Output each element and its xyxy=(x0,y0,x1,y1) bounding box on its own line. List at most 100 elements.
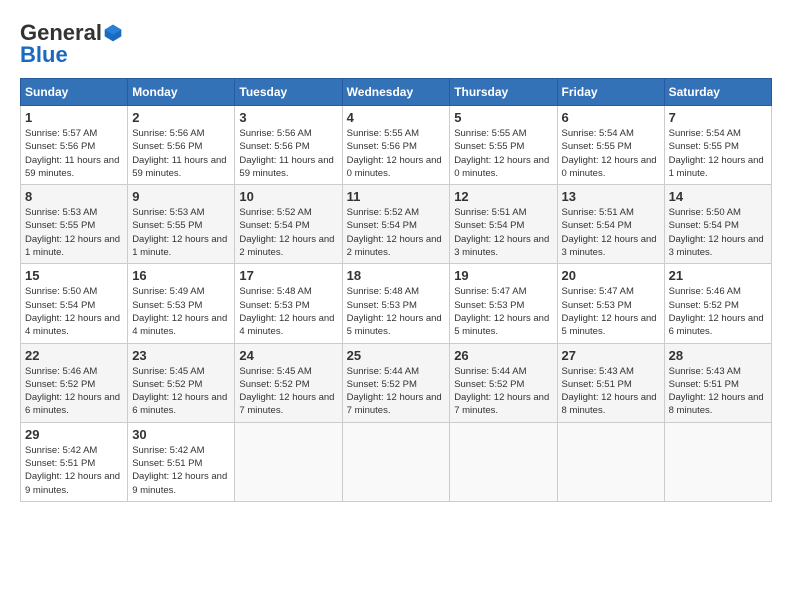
day-cell-25: 25 Sunrise: 5:44 AM Sunset: 5:52 PM Dayl… xyxy=(342,343,450,422)
day-cell-12: 12 Sunrise: 5:51 AM Sunset: 5:54 PM Dayl… xyxy=(450,185,557,264)
sunrise-label: Sunrise: 5:43 AM xyxy=(669,366,741,377)
sunrise-label: Sunrise: 5:52 AM xyxy=(239,207,311,218)
day-cell-8: 8 Sunrise: 5:53 AM Sunset: 5:55 PM Dayli… xyxy=(21,185,128,264)
day-cell-10: 10 Sunrise: 5:52 AM Sunset: 5:54 PM Dayl… xyxy=(235,185,342,264)
sunrise-label: Sunrise: 5:46 AM xyxy=(669,286,741,297)
day-number: 25 xyxy=(347,348,446,363)
sunset-label: Sunset: 5:51 PM xyxy=(669,379,739,390)
logo-blue: Blue xyxy=(20,42,68,68)
day-number: 19 xyxy=(454,268,552,283)
day-number: 13 xyxy=(562,189,660,204)
sunrise-label: Sunrise: 5:56 AM xyxy=(239,128,311,139)
empty-cell xyxy=(557,422,664,501)
sunset-label: Sunset: 5:55 PM xyxy=(132,220,202,231)
daylight-label: Daylight: 12 hours and 6 minutes. xyxy=(132,392,227,416)
day-cell-22: 22 Sunrise: 5:46 AM Sunset: 5:52 PM Dayl… xyxy=(21,343,128,422)
day-cell-1: 1 Sunrise: 5:57 AM Sunset: 5:56 PM Dayli… xyxy=(21,106,128,185)
day-info: Sunrise: 5:56 AM Sunset: 5:56 PM Dayligh… xyxy=(239,127,337,180)
day-cell-17: 17 Sunrise: 5:48 AM Sunset: 5:53 PM Dayl… xyxy=(235,264,342,343)
day-info: Sunrise: 5:52 AM Sunset: 5:54 PM Dayligh… xyxy=(239,206,337,259)
day-info: Sunrise: 5:48 AM Sunset: 5:53 PM Dayligh… xyxy=(239,285,337,338)
daylight-label: Daylight: 12 hours and 8 minutes. xyxy=(669,392,764,416)
empty-cell xyxy=(235,422,342,501)
sunset-label: Sunset: 5:56 PM xyxy=(347,141,417,152)
day-number: 12 xyxy=(454,189,552,204)
day-info: Sunrise: 5:47 AM Sunset: 5:53 PM Dayligh… xyxy=(562,285,660,338)
day-number: 14 xyxy=(669,189,767,204)
day-number: 27 xyxy=(562,348,660,363)
daylight-label: Daylight: 12 hours and 0 minutes. xyxy=(562,155,657,179)
sunset-label: Sunset: 5:54 PM xyxy=(454,220,524,231)
sunset-label: Sunset: 5:52 PM xyxy=(454,379,524,390)
sunset-label: Sunset: 5:54 PM xyxy=(239,220,309,231)
sunrise-label: Sunrise: 5:50 AM xyxy=(25,286,97,297)
page-header: General Blue xyxy=(20,20,772,68)
daylight-label: Daylight: 12 hours and 5 minutes. xyxy=(562,313,657,337)
sunset-label: Sunset: 5:51 PM xyxy=(25,458,95,469)
day-info: Sunrise: 5:46 AM Sunset: 5:52 PM Dayligh… xyxy=(25,365,123,418)
sunrise-label: Sunrise: 5:42 AM xyxy=(132,445,204,456)
day-number: 26 xyxy=(454,348,552,363)
daylight-label: Daylight: 12 hours and 1 minute. xyxy=(25,234,120,258)
day-cell-16: 16 Sunrise: 5:49 AM Sunset: 5:53 PM Dayl… xyxy=(128,264,235,343)
day-info: Sunrise: 5:50 AM Sunset: 5:54 PM Dayligh… xyxy=(669,206,767,259)
daylight-label: Daylight: 12 hours and 0 minutes. xyxy=(454,155,549,179)
day-info: Sunrise: 5:49 AM Sunset: 5:53 PM Dayligh… xyxy=(132,285,230,338)
daylight-label: Daylight: 12 hours and 4 minutes. xyxy=(25,313,120,337)
day-info: Sunrise: 5:45 AM Sunset: 5:52 PM Dayligh… xyxy=(239,365,337,418)
sunrise-label: Sunrise: 5:42 AM xyxy=(25,445,97,456)
daylight-label: Daylight: 12 hours and 2 minutes. xyxy=(347,234,442,258)
calendar-week-1: 1 Sunrise: 5:57 AM Sunset: 5:56 PM Dayli… xyxy=(21,106,772,185)
daylight-label: Daylight: 11 hours and 59 minutes. xyxy=(25,155,119,179)
day-number: 23 xyxy=(132,348,230,363)
day-number: 15 xyxy=(25,268,123,283)
daylight-label: Daylight: 12 hours and 9 minutes. xyxy=(25,471,120,495)
daylight-label: Daylight: 12 hours and 6 minutes. xyxy=(669,313,764,337)
day-number: 16 xyxy=(132,268,230,283)
daylight-label: Daylight: 12 hours and 3 minutes. xyxy=(562,234,657,258)
day-cell-29: 29 Sunrise: 5:42 AM Sunset: 5:51 PM Dayl… xyxy=(21,422,128,501)
sunrise-label: Sunrise: 5:46 AM xyxy=(25,366,97,377)
sunset-label: Sunset: 5:53 PM xyxy=(347,300,417,311)
daylight-label: Daylight: 12 hours and 1 minute. xyxy=(669,155,764,179)
day-cell-15: 15 Sunrise: 5:50 AM Sunset: 5:54 PM Dayl… xyxy=(21,264,128,343)
daylight-label: Daylight: 12 hours and 7 minutes. xyxy=(239,392,334,416)
day-number: 24 xyxy=(239,348,337,363)
sunrise-label: Sunrise: 5:50 AM xyxy=(669,207,741,218)
sunrise-label: Sunrise: 5:53 AM xyxy=(25,207,97,218)
daylight-label: Daylight: 12 hours and 2 minutes. xyxy=(239,234,334,258)
day-cell-27: 27 Sunrise: 5:43 AM Sunset: 5:51 PM Dayl… xyxy=(557,343,664,422)
sunset-label: Sunset: 5:53 PM xyxy=(239,300,309,311)
sunrise-label: Sunrise: 5:47 AM xyxy=(454,286,526,297)
day-info: Sunrise: 5:51 AM Sunset: 5:54 PM Dayligh… xyxy=(454,206,552,259)
sunrise-label: Sunrise: 5:51 AM xyxy=(454,207,526,218)
calendar-week-2: 8 Sunrise: 5:53 AM Sunset: 5:55 PM Dayli… xyxy=(21,185,772,264)
sunrise-label: Sunrise: 5:51 AM xyxy=(562,207,634,218)
day-number: 4 xyxy=(347,110,446,125)
day-number: 6 xyxy=(562,110,660,125)
day-info: Sunrise: 5:45 AM Sunset: 5:52 PM Dayligh… xyxy=(132,365,230,418)
day-info: Sunrise: 5:43 AM Sunset: 5:51 PM Dayligh… xyxy=(669,365,767,418)
sunset-label: Sunset: 5:52 PM xyxy=(239,379,309,390)
sunset-label: Sunset: 5:55 PM xyxy=(562,141,632,152)
day-info: Sunrise: 5:44 AM Sunset: 5:52 PM Dayligh… xyxy=(347,365,446,418)
day-number: 21 xyxy=(669,268,767,283)
sunrise-label: Sunrise: 5:48 AM xyxy=(347,286,419,297)
day-cell-4: 4 Sunrise: 5:55 AM Sunset: 5:56 PM Dayli… xyxy=(342,106,450,185)
sunset-label: Sunset: 5:56 PM xyxy=(239,141,309,152)
sunrise-label: Sunrise: 5:57 AM xyxy=(25,128,97,139)
sunrise-label: Sunrise: 5:53 AM xyxy=(132,207,204,218)
day-info: Sunrise: 5:54 AM Sunset: 5:55 PM Dayligh… xyxy=(669,127,767,180)
day-cell-7: 7 Sunrise: 5:54 AM Sunset: 5:55 PM Dayli… xyxy=(664,106,771,185)
daylight-label: Daylight: 12 hours and 3 minutes. xyxy=(454,234,549,258)
sunrise-label: Sunrise: 5:52 AM xyxy=(347,207,419,218)
day-info: Sunrise: 5:56 AM Sunset: 5:56 PM Dayligh… xyxy=(132,127,230,180)
day-cell-30: 30 Sunrise: 5:42 AM Sunset: 5:51 PM Dayl… xyxy=(128,422,235,501)
sunset-label: Sunset: 5:55 PM xyxy=(454,141,524,152)
day-info: Sunrise: 5:51 AM Sunset: 5:54 PM Dayligh… xyxy=(562,206,660,259)
daylight-label: Daylight: 11 hours and 59 minutes. xyxy=(132,155,226,179)
sunset-label: Sunset: 5:53 PM xyxy=(454,300,524,311)
sunset-label: Sunset: 5:54 PM xyxy=(347,220,417,231)
daylight-label: Daylight: 12 hours and 0 minutes. xyxy=(347,155,442,179)
sunset-label: Sunset: 5:56 PM xyxy=(132,141,202,152)
